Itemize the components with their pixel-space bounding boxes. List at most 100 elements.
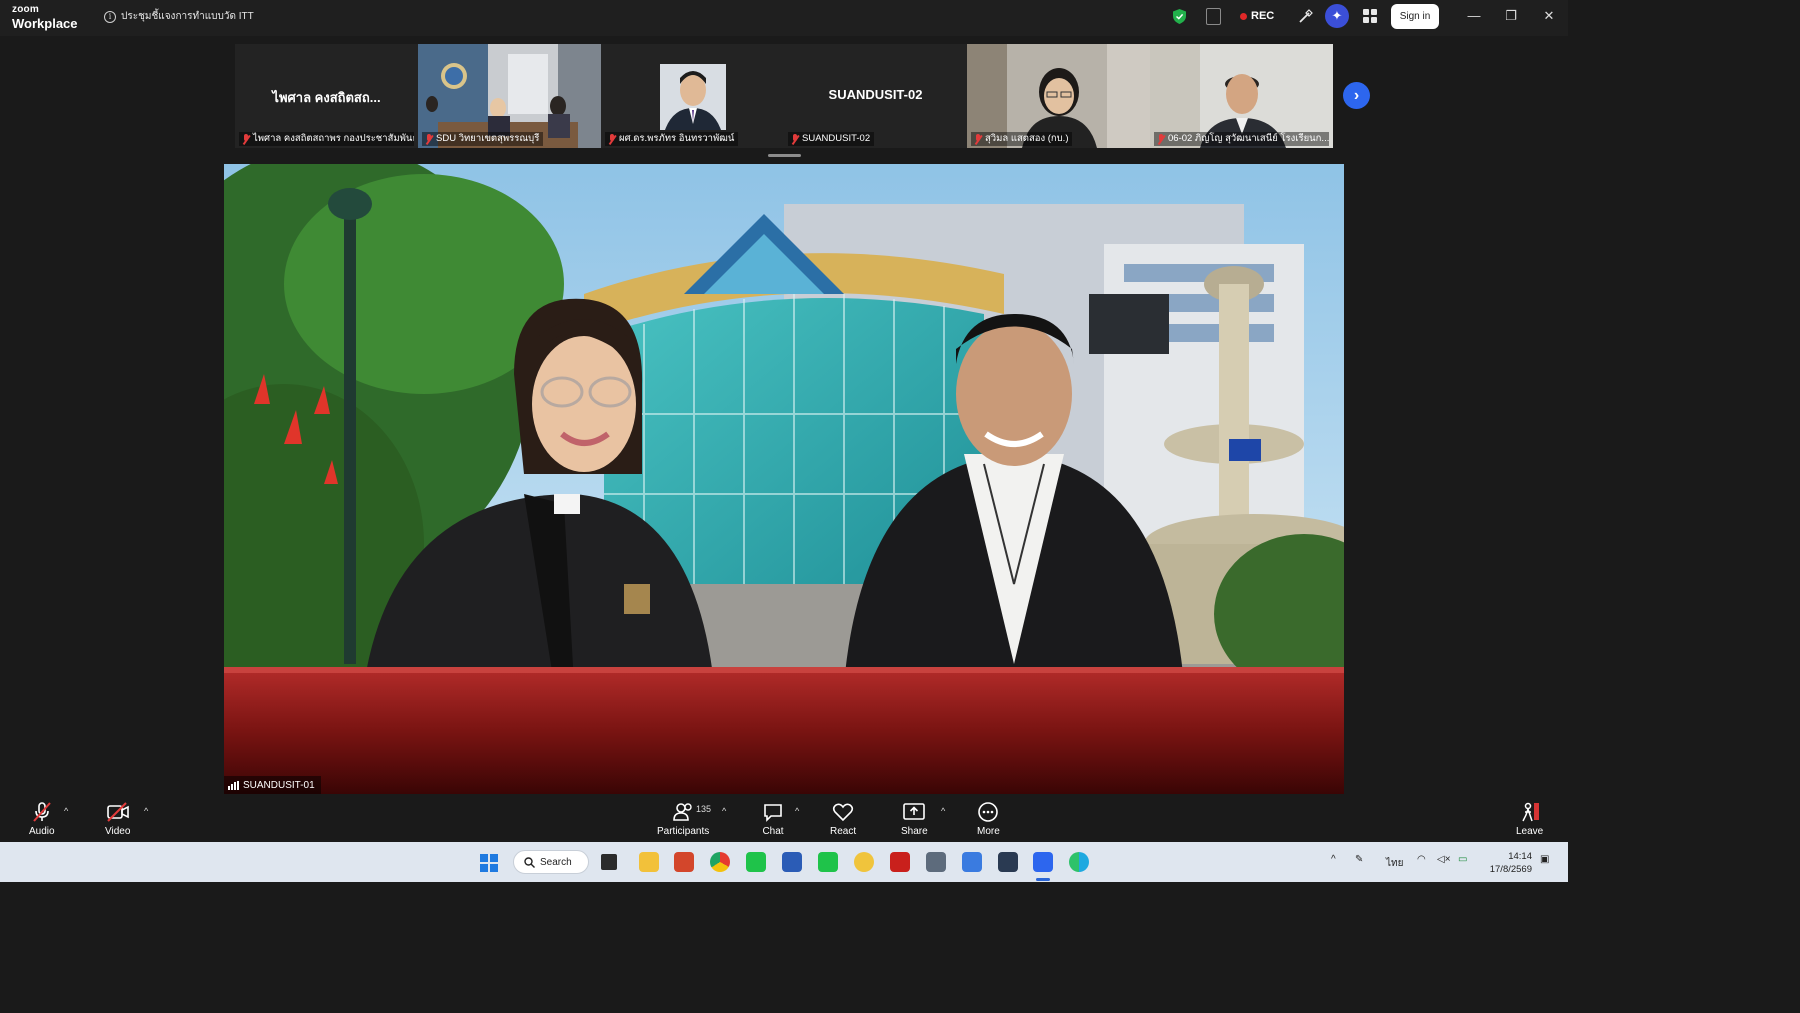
react-button[interactable]: React xyxy=(830,800,856,837)
leave-icon xyxy=(1521,802,1539,822)
calculator-icon[interactable] xyxy=(926,852,946,872)
clock-date: 17/8/2569 xyxy=(1489,864,1532,875)
video-off-icon xyxy=(106,802,129,822)
encryption-shield-icon[interactable] xyxy=(1173,9,1186,24)
zoom-icon[interactable] xyxy=(1033,852,1053,872)
speaker-video-frame xyxy=(224,164,1344,794)
participant-name: SUANDUSIT-02 xyxy=(802,133,871,144)
participant-name: SDU วิทยาเขตสุพรรณบุรี xyxy=(436,133,540,144)
speaker-name: SUANDUSIT-01 xyxy=(243,779,315,791)
participant-big-name: SUANDUSIT-02 xyxy=(828,87,923,102)
taskbar-clock[interactable]: 14:14 17/8/2569 xyxy=(1482,850,1532,876)
pen-icon[interactable]: ✎ xyxy=(1355,854,1363,865)
apps-icon[interactable] xyxy=(1363,9,1377,23)
share-button[interactable]: Share xyxy=(901,800,928,837)
participant-name: สุวิมล แสตสอง (กบ.) xyxy=(985,133,1069,144)
audio-label: Audio xyxy=(29,826,55,837)
participant-name: ผศ.ดร.พรภัทร อินทรวาพัฒน์ xyxy=(619,133,735,144)
participant-name: ไพศาล คงสถิตสถาพร กองประชาสัมพันธ์ xyxy=(253,133,414,144)
line-icon[interactable] xyxy=(818,852,838,872)
audio-options-caret-icon[interactable]: ^ xyxy=(64,806,68,816)
more-icon xyxy=(978,802,999,822)
participant-label: 06-02 ภิญโญ สุวัฒนาเสนีย์ โรงเรียนก... xyxy=(1154,132,1329,146)
participants-options-caret-icon[interactable]: ^ xyxy=(722,806,726,816)
title-bar: zoom Workplace i ประชุมชี้แจงการทำแบบวัด… xyxy=(0,0,1568,36)
participant-tile[interactable]: สุวิมล แสตสอง (กบ.) xyxy=(967,44,1150,148)
recording-indicator[interactable]: REC xyxy=(1240,10,1274,22)
volume-muted-icon[interactable]: ◁× xyxy=(1437,854,1451,865)
magic-wand-icon[interactable] xyxy=(1298,8,1314,24)
restore-button[interactable]: ❐ xyxy=(1503,8,1519,24)
mic-muted-icon xyxy=(425,134,433,144)
participant-tile[interactable]: SDU วิทยาเขตสุพรรณบุรี xyxy=(418,44,601,148)
windows-taskbar: Search ^ ✎ ไทย ◠ ◁× ▭ 14:14 17/8/2569 ▣ xyxy=(0,842,1568,882)
participant-tile[interactable]: SUANDUSIT-02 SUANDUSIT-02 xyxy=(784,44,967,148)
brand-large: Workplace xyxy=(12,16,78,31)
page-indicator xyxy=(768,154,801,157)
participant-label: ไพศาล คงสถิตสถาพร กองประชาสัมพันธ์ xyxy=(239,132,414,146)
close-button[interactable]: ✕ xyxy=(1541,8,1557,24)
mic-muted-icon xyxy=(608,134,616,144)
chat-options-caret-icon[interactable]: ^ xyxy=(795,806,799,816)
participants-count: 135 xyxy=(696,804,712,814)
leave-button[interactable]: Leave xyxy=(1516,800,1543,837)
mic-muted-icon xyxy=(1157,134,1165,144)
react-label: React xyxy=(830,826,857,837)
video-button[interactable]: Video xyxy=(105,800,130,837)
task-view-icon[interactable] xyxy=(601,854,617,870)
participants-label: Participants xyxy=(657,826,710,837)
participant-label: SUANDUSIT-02 xyxy=(788,132,875,146)
edge-icon[interactable] xyxy=(1069,852,1089,872)
signal-bars-icon xyxy=(228,780,239,790)
participant-tile[interactable]: ผศ.ดร.พรภัทร อินทรวาพัฒน์ xyxy=(601,44,784,148)
minimize-button[interactable]: — xyxy=(1466,8,1482,24)
participant-tile[interactable]: 06-02 ภิญโญ สุวัฒนาเสนีย์ โรงเรียนก... xyxy=(1150,44,1333,148)
chevron-right-icon: › xyxy=(1353,86,1360,104)
next-page-button[interactable]: › xyxy=(1343,82,1370,109)
zoom-logo: zoom Workplace xyxy=(12,5,78,31)
active-speaker-video[interactable] xyxy=(224,164,1344,794)
search-label: Search xyxy=(540,856,572,868)
meeting-title: ประชุมชี้แจงการทำแบบวัด ITT xyxy=(121,11,254,22)
active-app-indicator xyxy=(1036,878,1050,881)
participants-icon xyxy=(673,803,692,821)
participant-label: สุวิมล แสตสอง (กบ.) xyxy=(971,132,1073,146)
app-icon[interactable] xyxy=(854,852,874,872)
rec-dot-icon xyxy=(1240,12,1247,20)
powerpoint-icon[interactable] xyxy=(674,852,694,872)
ai-companion-icon[interactable]: ✦ xyxy=(1325,4,1349,28)
heart-icon xyxy=(832,803,854,822)
input-language[interactable]: ไทย xyxy=(1386,856,1403,871)
chat-label: Chat xyxy=(762,826,784,837)
chat-button[interactable]: Chat xyxy=(762,800,784,837)
sign-in-button[interactable]: Sign in xyxy=(1391,4,1439,29)
taskbar-search[interactable]: Search xyxy=(513,850,589,874)
wifi-icon[interactable]: ◠ xyxy=(1417,854,1426,865)
windows-start-icon[interactable] xyxy=(480,854,498,872)
notepad-icon[interactable] xyxy=(962,852,982,872)
info-icon[interactable]: i xyxy=(104,10,116,23)
line-icon[interactable] xyxy=(746,852,766,872)
file-explorer-icon[interactable] xyxy=(639,852,659,872)
search-icon xyxy=(524,856,535,868)
share-label: Share xyxy=(901,826,928,837)
participant-name: 06-02 ภิญโญ สุวัฒนาเสนีย์ โรงเรียนก... xyxy=(1168,133,1329,144)
audio-button[interactable]: Audio xyxy=(29,800,55,837)
mic-muted-icon xyxy=(974,134,982,144)
mic-muted-icon xyxy=(33,802,51,822)
tray-chevron-icon[interactable]: ^ xyxy=(1331,854,1336,865)
app-icon[interactable] xyxy=(998,852,1018,872)
battery-icon[interactable]: ▭ xyxy=(1458,854,1467,865)
video-options-caret-icon[interactable]: ^ xyxy=(144,806,148,816)
notification-icon[interactable]: ▣ xyxy=(1540,854,1549,865)
participant-tile[interactable]: ไพศาล คงสถิตสถ... ไพศาล คงสถิตสถาพร กองป… xyxy=(235,44,418,148)
notes-icon[interactable] xyxy=(1206,8,1221,25)
more-button[interactable]: More xyxy=(977,800,1000,837)
meeting-toolbar: Audio ^ Video ^ Participants 135 ^ Chat … xyxy=(0,794,1568,842)
share-options-caret-icon[interactable]: ^ xyxy=(941,806,945,816)
acrobat-icon[interactable] xyxy=(890,852,910,872)
chrome-icon[interactable] xyxy=(710,852,730,872)
mic-muted-icon xyxy=(791,134,799,144)
word-icon[interactable] xyxy=(782,852,802,872)
meeting-info[interactable]: i ประชุมชี้แจงการทำแบบวัด ITT xyxy=(104,9,254,24)
